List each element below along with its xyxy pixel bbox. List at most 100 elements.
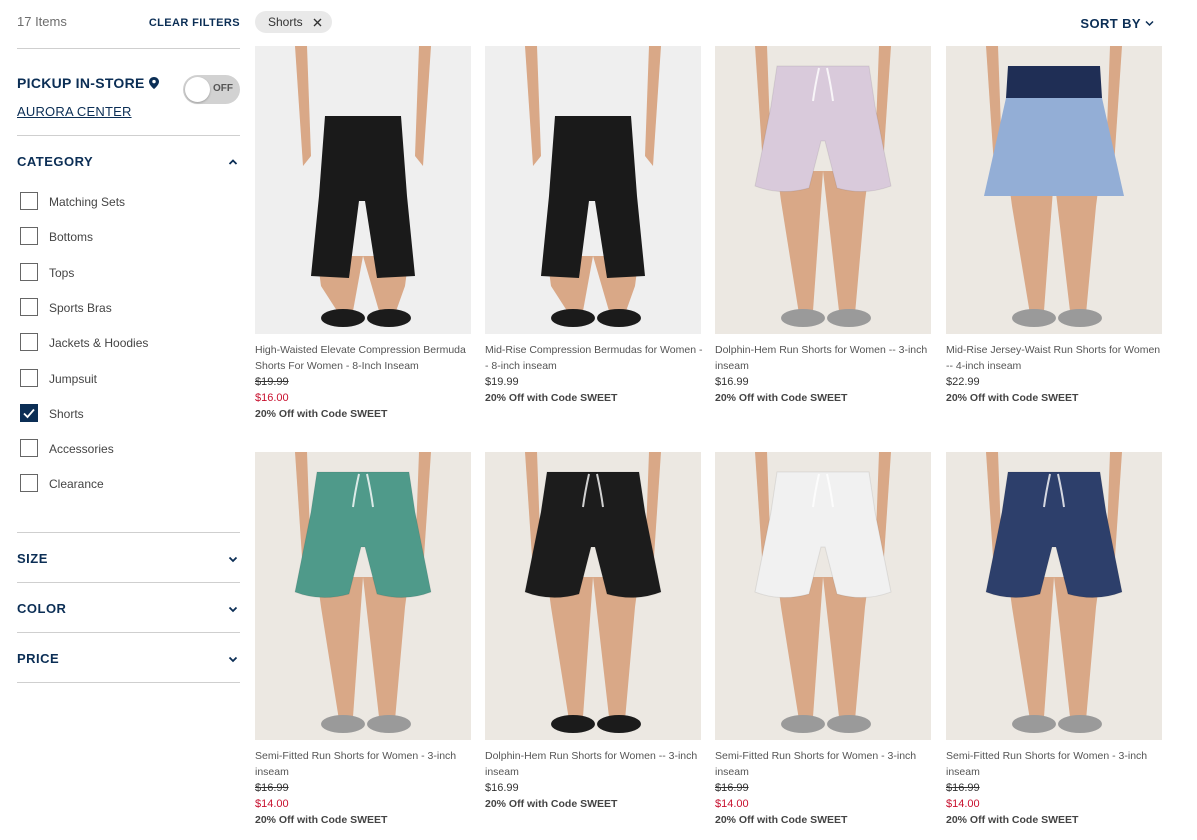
product-image-link[interactable] (946, 452, 1162, 740)
active-filter-label: Shorts (268, 15, 303, 29)
chevron-down-icon (228, 606, 238, 613)
divider (17, 532, 240, 533)
category-option-label: Clearance (49, 477, 104, 492)
category-option-label: Jackets & Hoodies (49, 336, 149, 351)
pickup-in-store-title: PICKUP IN-STORE (17, 75, 159, 91)
promo-text: 20% Off with Code SWEET (485, 798, 618, 810)
checkbox[interactable] (20, 297, 38, 316)
items-count: 17 Items (17, 14, 67, 29)
checkbox[interactable] (20, 227, 38, 246)
checkbox[interactable] (20, 333, 38, 352)
product-image-link[interactable] (485, 452, 701, 740)
product-image-link[interactable] (715, 452, 931, 740)
product-name-link[interactable]: Semi-Fitted Run Shorts for Women - 3-inc… (946, 748, 1166, 780)
category-option-label: Matching Sets (49, 195, 126, 209)
divider (17, 682, 240, 683)
location-pin-icon (148, 77, 159, 89)
category-option[interactable]: Clearance (20, 474, 220, 494)
price-title: PRICE (17, 651, 60, 666)
close-icon[interactable] (313, 18, 322, 27)
category-option[interactable]: Jumpsuit (20, 368, 220, 389)
pickup-toggle[interactable]: OFF (183, 75, 240, 104)
checkbox-checked[interactable] (20, 403, 38, 422)
product-info: Semi-Fitted Run Shorts for Women - 3-inc… (715, 748, 935, 828)
checkmark-icon (23, 408, 35, 419)
product-name-link[interactable]: Mid-Rise Compression Bermudas for Women … (485, 342, 705, 374)
toggle-state-label: OFF (213, 83, 233, 94)
promo-text: 20% Off with Code SWEET (255, 814, 388, 826)
results-header: 17 Items CLEAR FILTERS (17, 14, 240, 32)
sort-by-label: SORT BY (1080, 16, 1141, 31)
category-option[interactable]: Tops (20, 262, 220, 283)
product-image-link[interactable] (946, 46, 1162, 334)
product-image (946, 46, 1162, 334)
promo-text: 20% Off with Code SWEET (715, 814, 848, 826)
divider (17, 582, 240, 583)
promo-text: 20% Off with Code SWEET (946, 392, 1079, 404)
chevron-up-icon (228, 159, 238, 165)
active-filter-chip[interactable]: Shorts (255, 11, 332, 33)
checkbox[interactable] (20, 262, 38, 281)
store-link[interactable]: AURORA CENTER (17, 104, 132, 119)
product-info: High-Waisted Elevate Compression Bermuda… (255, 342, 475, 422)
divider (17, 632, 240, 633)
category-option[interactable]: Matching Sets (20, 192, 220, 212)
product-name-link[interactable]: Mid-Rise Jersey-Waist Run Shorts for Wom… (946, 342, 1166, 374)
product-image (485, 46, 701, 334)
product-image (715, 452, 931, 740)
category-option[interactable]: Bottoms (20, 227, 220, 247)
sort-by-dropdown[interactable]: SORT BY (1080, 16, 1154, 31)
product-image (255, 46, 471, 334)
original-price: $16.99 (715, 782, 749, 794)
price-section-header[interactable]: PRICE (17, 651, 240, 669)
product-price: $16.99 (485, 782, 519, 794)
product-name-link[interactable]: Semi-Fitted Run Shorts for Women - 3-inc… (715, 748, 935, 780)
category-option[interactable]: Sports Bras (20, 297, 220, 318)
product-image-link[interactable] (255, 46, 471, 334)
checkbox[interactable] (20, 192, 38, 210)
size-title: SIZE (17, 551, 48, 566)
original-price: $16.99 (946, 782, 980, 794)
category-option[interactable]: Shorts (20, 403, 220, 424)
product-info: Mid-Rise Jersey-Waist Run Shorts for Wom… (946, 342, 1166, 406)
color-section-header[interactable]: COLOR (17, 601, 240, 619)
divider (17, 135, 240, 136)
sale-price: $14.00 (715, 798, 749, 810)
checkbox[interactable] (20, 439, 38, 458)
product-name-link[interactable]: Dolphin-Hem Run Shorts for Women -- 3-in… (485, 748, 705, 780)
size-section-header[interactable]: SIZE (17, 551, 240, 569)
category-section-header[interactable]: CATEGORY (17, 154, 240, 172)
product-price: $22.99 (946, 376, 980, 388)
product-info: Semi-Fitted Run Shorts for Women - 3-inc… (946, 748, 1166, 828)
color-title: COLOR (17, 601, 67, 616)
category-option-label: Jumpsuit (49, 371, 98, 386)
chevron-down-icon (228, 656, 238, 663)
category-option-label: Tops (49, 265, 75, 280)
checkbox[interactable] (20, 474, 38, 493)
product-image (485, 452, 701, 740)
divider (17, 48, 240, 49)
category-option[interactable]: Jackets & Hoodies (20, 333, 220, 353)
category-option-label: Accessories (49, 442, 114, 457)
product-name-link[interactable]: Dolphin-Hem Run Shorts for Women -- 3-in… (715, 342, 935, 374)
product-info: Mid-Rise Compression Bermudas for Women … (485, 342, 705, 406)
promo-text: 20% Off with Code SWEET (255, 408, 388, 420)
clear-filters-button[interactable]: CLEAR FILTERS (149, 17, 240, 29)
product-image-link[interactable] (255, 452, 471, 740)
product-name-link[interactable]: High-Waisted Elevate Compression Bermuda… (255, 342, 475, 374)
category-option-label: Bottoms (49, 230, 94, 245)
category-option-label: Sports Bras (49, 300, 112, 315)
sale-price: $14.00 (946, 798, 980, 810)
product-image-link[interactable] (485, 46, 701, 334)
sale-price: $16.00 (255, 392, 289, 404)
product-name-link[interactable]: Semi-Fitted Run Shorts for Women - 3-inc… (255, 748, 475, 780)
promo-text: 20% Off with Code SWEET (715, 392, 848, 404)
product-image (255, 452, 471, 740)
category-title: CATEGORY (17, 154, 94, 169)
product-info: Semi-Fitted Run Shorts for Women - 3-inc… (255, 748, 475, 828)
checkbox[interactable] (20, 368, 38, 387)
sale-price: $14.00 (255, 798, 289, 810)
product-image-link[interactable] (715, 46, 931, 334)
toggle-knob (185, 77, 210, 102)
category-option[interactable]: Accessories (20, 439, 220, 459)
